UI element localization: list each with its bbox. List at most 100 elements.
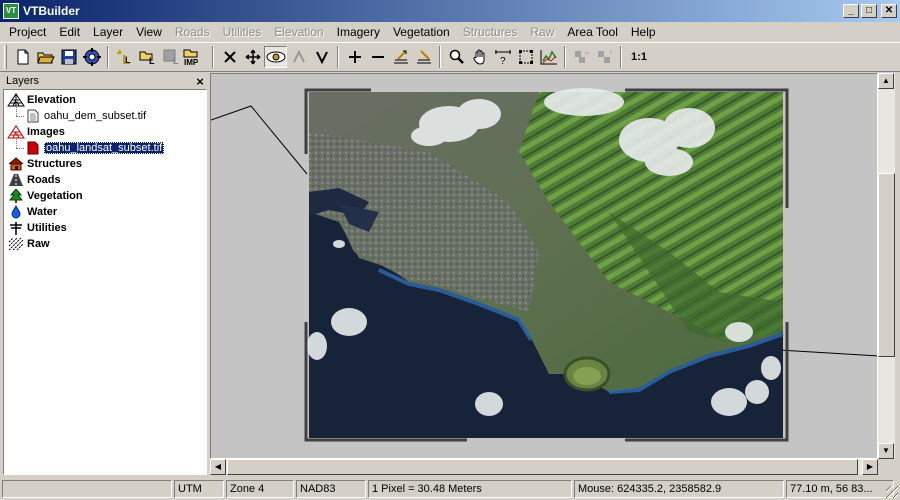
layer-group-label: Roads bbox=[27, 174, 61, 186]
selected-layer-label: oahu_landsat_subset.tif bbox=[44, 142, 165, 154]
utility-pole-icon bbox=[7, 220, 25, 236]
save-icon[interactable] bbox=[57, 46, 80, 68]
layer-group-roads[interactable]: Roads bbox=[4, 172, 206, 188]
toolbar-separator bbox=[337, 46, 339, 68]
map-canvas[interactable] bbox=[211, 74, 878, 459]
maximize-button[interactable]: □ bbox=[861, 4, 877, 18]
menu-roads[interactable]: Roads bbox=[168, 23, 216, 41]
horizontal-scrollbar[interactable]: ◀ ▶ bbox=[210, 459, 878, 475]
layers-panel: Layers × Elevation oahu_dem_subset.tif I… bbox=[3, 73, 207, 475]
distance-measure-icon[interactable]: ? bbox=[491, 46, 514, 68]
layer-group-images[interactable]: Images bbox=[4, 124, 206, 140]
toolbar-separator bbox=[620, 46, 622, 68]
layer-item-label: oahu_dem_subset.tif bbox=[44, 110, 147, 122]
layer-group-vegetation[interactable]: Vegetation bbox=[4, 188, 206, 204]
save-layer-icon[interactable]: L bbox=[159, 46, 182, 68]
new-layer-icon[interactable]: L bbox=[113, 46, 136, 68]
close-icon[interactable]: × bbox=[193, 74, 207, 89]
menu-view[interactable]: View bbox=[129, 23, 168, 41]
layer-up-icon[interactable] bbox=[389, 46, 412, 68]
road-icon bbox=[7, 172, 25, 188]
status-distance: 77.10 m, 56 83... bbox=[786, 479, 894, 498]
svg-text:L: L bbox=[125, 55, 131, 65]
layer-group-utilities[interactable]: Utilities bbox=[4, 220, 206, 236]
horizontal-scroll-thumb[interactable] bbox=[227, 459, 858, 475]
view-eye-icon[interactable] bbox=[264, 46, 287, 68]
satellite-image bbox=[307, 88, 784, 438]
title-bar[interactable]: VT VTBuilder _ □ ✕ bbox=[0, 0, 900, 22]
menu-utilities[interactable]: Utilities bbox=[216, 23, 268, 41]
toolbar-separator bbox=[212, 46, 214, 68]
split-layers-icon[interactable] bbox=[593, 46, 616, 68]
scroll-left-arrow-icon[interactable]: ◀ bbox=[210, 459, 226, 475]
menu-help[interactable]: Help bbox=[624, 23, 662, 41]
peak-up-icon[interactable] bbox=[287, 46, 310, 68]
hand-pan-icon[interactable] bbox=[468, 46, 491, 68]
status-message bbox=[2, 479, 172, 498]
tree-connector bbox=[16, 148, 24, 149]
zoom-in-plus-icon[interactable] bbox=[343, 46, 366, 68]
select-box-icon[interactable] bbox=[514, 46, 537, 68]
toolbar-separator bbox=[439, 46, 441, 68]
menu-elevation[interactable]: Elevation bbox=[267, 23, 329, 41]
profile-chart-icon[interactable] bbox=[537, 46, 560, 68]
valley-down-icon[interactable] bbox=[310, 46, 333, 68]
magnifier-icon[interactable] bbox=[445, 46, 468, 68]
layer-group-structures[interactable]: Structures bbox=[4, 156, 206, 172]
minimize-button[interactable]: _ bbox=[843, 4, 859, 18]
new-document-icon[interactable] bbox=[11, 46, 34, 68]
raw-icon bbox=[7, 236, 25, 252]
layer-group-label: Vegetation bbox=[27, 190, 83, 202]
menu-vegetation[interactable]: Vegetation bbox=[386, 23, 456, 41]
vertical-scrollbar[interactable]: ▲ ▼ bbox=[878, 73, 895, 459]
house-icon bbox=[7, 156, 25, 172]
layer-item-dem[interactable]: oahu_dem_subset.tif bbox=[4, 100, 206, 124]
layer-group-label: Utilities bbox=[27, 222, 67, 234]
toolbar-grip[interactable] bbox=[4, 45, 7, 69]
vertical-scroll-thumb[interactable] bbox=[878, 173, 895, 357]
status-datum: NAD83 bbox=[296, 479, 366, 498]
menu-raw[interactable]: Raw bbox=[523, 23, 560, 41]
layer-group-elevation[interactable]: Elevation bbox=[4, 92, 206, 108]
map-view[interactable] bbox=[210, 73, 878, 459]
menu-layer[interactable]: Layer bbox=[86, 23, 129, 41]
toolbar-separator bbox=[564, 46, 566, 68]
app-icon[interactable]: VT bbox=[3, 3, 19, 19]
layer-item-landsat[interactable]: oahu_landsat_subset.tif bbox=[4, 132, 206, 156]
status-mouse-coords: Mouse: 624335.2, 2358582.9 bbox=[574, 479, 784, 498]
close-button[interactable]: ✕ bbox=[881, 4, 897, 18]
scroll-down-arrow-icon[interactable]: ▼ bbox=[878, 443, 894, 459]
delete-x-icon[interactable] bbox=[218, 46, 241, 68]
pan-arrows-icon[interactable] bbox=[241, 46, 264, 68]
extent-line-left bbox=[211, 105, 308, 175]
import-icon[interactable]: IMP bbox=[182, 46, 208, 68]
status-bar: UTM Zone 4 NAD83 1 Pixel = 30.48 Meters … bbox=[0, 477, 900, 500]
layer-group-label: Structures bbox=[27, 158, 83, 170]
svg-text:L: L bbox=[149, 56, 155, 65]
menu-area-tool[interactable]: Area Tool bbox=[560, 23, 623, 41]
tree-connector bbox=[16, 132, 17, 148]
scroll-right-arrow-icon[interactable]: ▶ bbox=[862, 459, 878, 475]
open-layer-icon[interactable]: L bbox=[136, 46, 159, 68]
tree-icon bbox=[7, 188, 25, 204]
import-label: IMP bbox=[184, 58, 199, 66]
layer-down-icon[interactable] bbox=[412, 46, 435, 68]
layer-group-label: Images bbox=[27, 126, 65, 138]
menu-project[interactable]: Project bbox=[2, 23, 52, 41]
layers-tree: Elevation oahu_dem_subset.tif Images oah… bbox=[3, 89, 207, 475]
options-gear-icon[interactable] bbox=[80, 46, 103, 68]
zoom-out-minus-icon[interactable] bbox=[366, 46, 389, 68]
toolbar-separator bbox=[107, 46, 109, 68]
scroll-up-arrow-icon[interactable]: ▲ bbox=[878, 73, 894, 89]
menu-imagery[interactable]: Imagery bbox=[330, 23, 386, 41]
menu-edit[interactable]: Edit bbox=[52, 23, 86, 41]
open-folder-icon[interactable] bbox=[34, 46, 57, 68]
layer-group-raw[interactable]: Raw bbox=[4, 236, 206, 252]
extent-line-right bbox=[778, 349, 877, 357]
merge-layers-icon[interactable] bbox=[570, 46, 593, 68]
zoom-one-to-one-button[interactable]: 1:1 bbox=[626, 46, 652, 68]
main-toolbar: L L L IMP ? 1:1 bbox=[0, 42, 900, 72]
resize-grip-icon[interactable] bbox=[886, 486, 898, 498]
menu-structures[interactable]: Structures bbox=[456, 23, 524, 41]
layer-group-water[interactable]: Water bbox=[4, 204, 206, 220]
